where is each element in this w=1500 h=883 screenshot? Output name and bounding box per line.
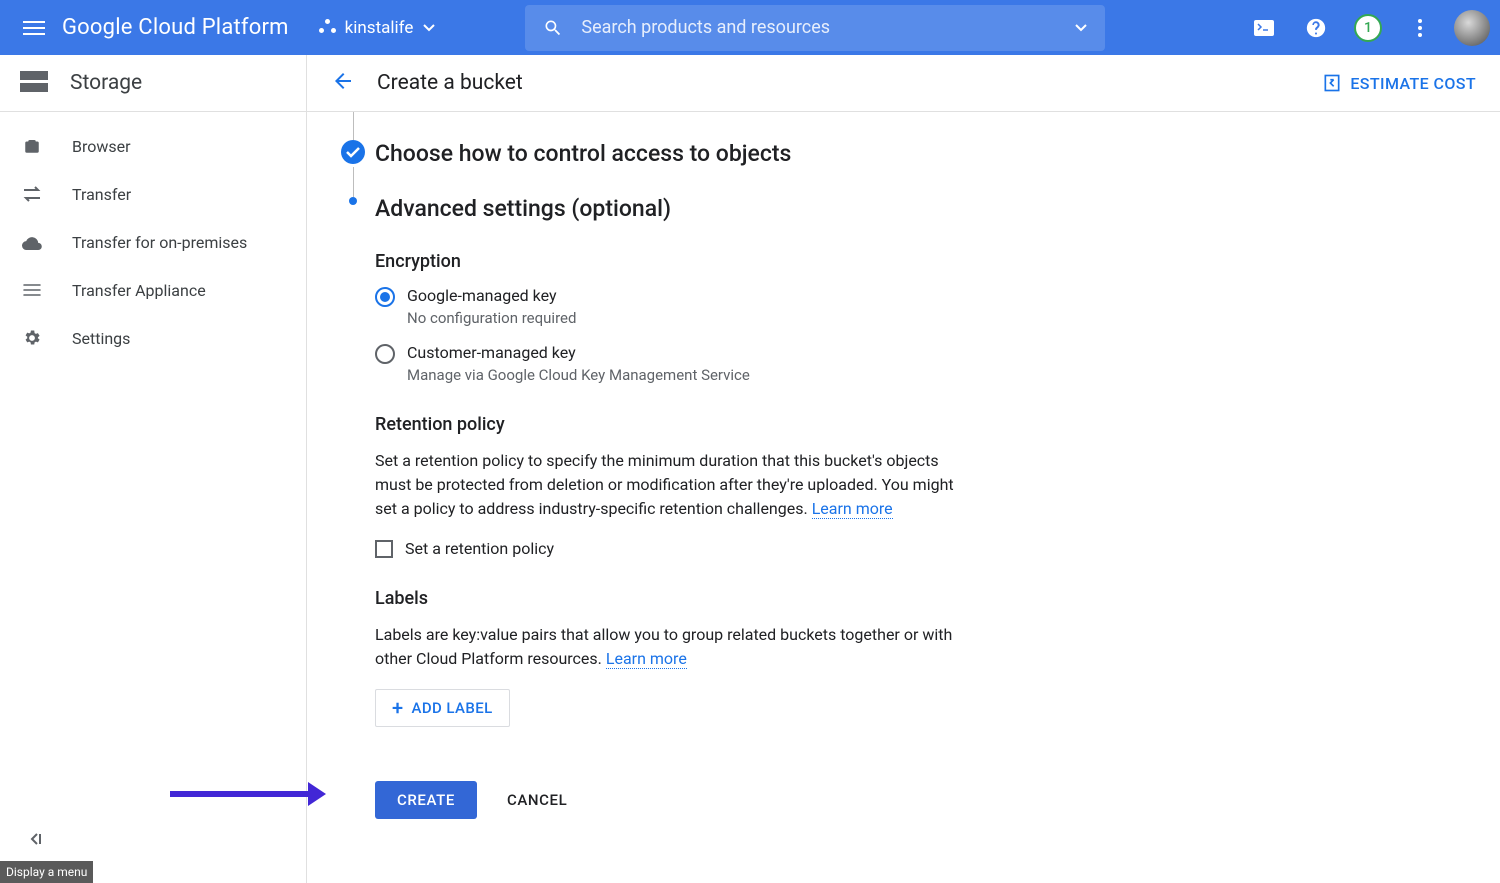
- caret-down-icon: [423, 24, 435, 32]
- sidebar-item-label: Browser: [72, 137, 131, 156]
- create-button[interactable]: CREATE: [375, 781, 477, 819]
- account-button[interactable]: [1454, 10, 1490, 46]
- radio-label: Google-managed key: [407, 286, 576, 305]
- collapse-icon: [28, 831, 44, 847]
- gcp-logo[interactable]: Google Cloud Platform: [62, 15, 289, 40]
- top-header: Google Cloud Platform kinstalife 1: [0, 0, 1500, 55]
- retention-learn-more-link[interactable]: Learn more: [812, 499, 893, 519]
- header-right: 1: [1246, 10, 1490, 46]
- search-caret-down-icon[interactable]: [1075, 24, 1087, 32]
- project-icon: [319, 19, 337, 37]
- sidebar-item-label: Transfer: [72, 185, 131, 204]
- sidebar-title: Storage: [70, 71, 142, 95]
- labels-learn-more-link[interactable]: Learn more: [606, 649, 687, 669]
- encryption-heading: Encryption: [375, 251, 971, 272]
- notification-badge: 1: [1354, 14, 1382, 42]
- avatar: [1454, 10, 1490, 46]
- cloud-shell-button[interactable]: [1246, 10, 1282, 46]
- hamburger-menu-button[interactable]: [10, 4, 58, 52]
- more-button[interactable]: [1402, 10, 1438, 46]
- project-name: kinstalife: [345, 18, 414, 38]
- gear-icon: [20, 326, 44, 350]
- help-button[interactable]: [1298, 10, 1334, 46]
- tooltip: Display a menu: [0, 861, 93, 883]
- retention-description: Set a retention policy to specify the mi…: [375, 449, 955, 521]
- estimate-label: ESTIMATE COST: [1350, 74, 1476, 93]
- estimate-icon: [1322, 73, 1342, 93]
- hamburger-icon: [23, 17, 45, 39]
- add-label-button[interactable]: + ADD LABEL: [375, 689, 510, 727]
- search-bar[interactable]: [525, 5, 1105, 51]
- radio-sublabel: Manage via Google Cloud Key Management S…: [407, 366, 750, 384]
- storage-icon: [20, 71, 48, 95]
- step-active-dot-icon: [349, 197, 357, 205]
- radio-label: Customer-managed key: [407, 343, 750, 362]
- main-header: Create a bucket ESTIMATE COST: [307, 55, 1500, 112]
- radio-sublabel: No configuration required: [407, 309, 576, 327]
- plus-icon: +: [392, 698, 404, 718]
- more-vert-icon: [1418, 19, 1422, 37]
- sidebar-item-settings[interactable]: Settings: [0, 314, 306, 362]
- radio-icon: [375, 344, 395, 364]
- labels-description: Labels are key:value pairs that allow yo…: [375, 623, 955, 671]
- page-title: Create a bucket: [377, 71, 523, 95]
- sidebar-item-transfer[interactable]: Transfer: [0, 170, 306, 218]
- radio-icon: [375, 287, 395, 307]
- cloud-upload-icon: [20, 230, 44, 254]
- sidebar-item-label: Transfer Appliance: [72, 281, 206, 300]
- notifications-button[interactable]: 1: [1350, 10, 1386, 46]
- sidebar-item-label: Settings: [72, 329, 130, 348]
- sidebar-item-transfer-appliance[interactable]: Transfer Appliance: [0, 266, 306, 314]
- encryption-customer-radio[interactable]: Customer-managed key Manage via Google C…: [375, 343, 971, 384]
- browser-icon: [20, 134, 44, 158]
- appliance-icon: [20, 278, 44, 302]
- step-access-title[interactable]: Choose how to control access to objects: [375, 140, 791, 167]
- collapse-sidebar-button[interactable]: [28, 831, 44, 851]
- retention-heading: Retention policy: [375, 414, 971, 435]
- back-button[interactable]: [331, 69, 355, 97]
- sidebar: Storage Browser Transfer Transfer for on…: [0, 55, 307, 883]
- sidebar-header: Storage: [0, 55, 306, 112]
- help-icon: [1305, 17, 1327, 39]
- cloud-shell-icon: [1254, 20, 1274, 36]
- project-selector[interactable]: kinstalife: [319, 18, 436, 38]
- cancel-button[interactable]: CANCEL: [507, 791, 567, 809]
- search-icon: [543, 18, 563, 38]
- labels-heading: Labels: [375, 588, 971, 609]
- estimate-cost-button[interactable]: ESTIMATE COST: [1322, 73, 1476, 93]
- step-check-icon: [341, 140, 365, 164]
- sidebar-item-browser[interactable]: Browser: [0, 122, 306, 170]
- transfer-icon: [20, 182, 44, 206]
- sidebar-nav: Browser Transfer Transfer for on-premise…: [0, 112, 306, 362]
- sidebar-item-transfer-onprem[interactable]: Transfer for on-premises: [0, 218, 306, 266]
- search-input[interactable]: [581, 17, 1065, 38]
- main-panel: Create a bucket ESTIMATE COST Choose how…: [307, 55, 1500, 883]
- sidebar-item-label: Transfer for on-premises: [72, 233, 247, 252]
- checkbox-icon: [375, 540, 393, 558]
- encryption-google-radio[interactable]: Google-managed key No configuration requ…: [375, 286, 971, 327]
- add-label-text: ADD LABEL: [412, 699, 493, 717]
- checkbox-label: Set a retention policy: [405, 539, 554, 558]
- set-retention-checkbox[interactable]: Set a retention policy: [375, 539, 971, 558]
- arrow-back-icon: [331, 69, 355, 93]
- step-advanced-title: Advanced settings (optional): [375, 197, 671, 221]
